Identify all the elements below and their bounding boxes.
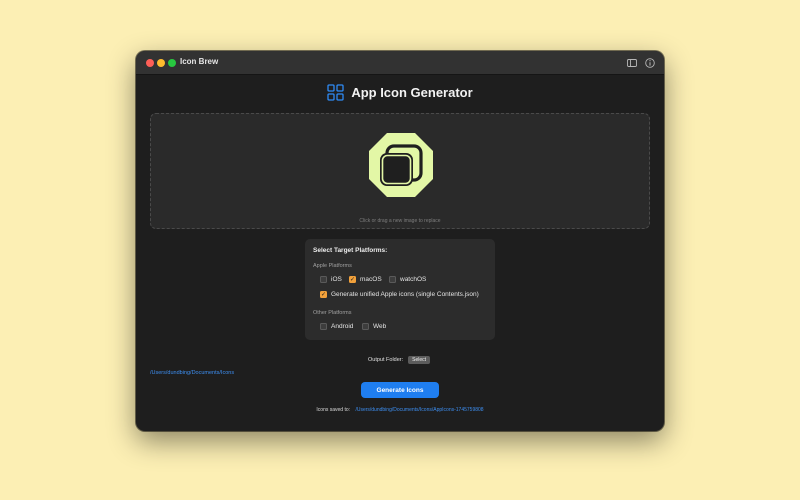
output-folder-path-link[interactable]: /Users/dundbing/Documents/Icons — [150, 370, 234, 376]
web-checkbox[interactable]: Web — [362, 323, 386, 330]
android-checkbox-label: Android — [331, 323, 354, 330]
stacked-squares-icon — [368, 132, 434, 198]
saved-status: Icons saved to: /Users/dundbing/Document… — [136, 407, 664, 413]
android-checkbox[interactable]: Android — [320, 323, 353, 330]
title-bar: Icon Brew — [136, 51, 664, 75]
ios-checkbox-box[interactable] — [320, 276, 327, 283]
output-folder-row: Output Folder: Select — [368, 356, 431, 364]
other-platforms-label: Other Platforms — [313, 310, 352, 316]
platform-panel-title: Select Target Platforms: — [313, 247, 388, 254]
close-window-button[interactable] — [146, 59, 154, 67]
app-window: Icon Brew App Icon Generator Click or dr… — [136, 51, 664, 431]
minimize-window-button[interactable] — [157, 59, 165, 67]
ios-checkbox-label: iOS — [331, 276, 342, 283]
sidebar-icon[interactable] — [626, 57, 638, 69]
unified-icons-checkbox-label: Generate unified Apple icons (single Con… — [331, 291, 479, 298]
header: App Icon Generator — [136, 84, 664, 104]
watchos-checkbox-box[interactable] — [389, 276, 396, 283]
grid-icon — [327, 84, 344, 101]
ios-checkbox[interactable]: iOS — [320, 276, 342, 283]
android-checkbox-box[interactable] — [320, 323, 327, 330]
watchos-checkbox-label: watchOS — [400, 276, 427, 283]
select-folder-button[interactable]: Select — [408, 356, 431, 364]
web-checkbox-label: Web — [373, 323, 387, 330]
image-drop-zone[interactable]: Click or drag a new image to replace — [150, 113, 650, 229]
web-checkbox-box[interactable] — [362, 323, 369, 330]
watchos-checkbox[interactable]: watchOS — [389, 276, 426, 283]
macos-checkbox-label: macOS — [360, 276, 382, 283]
info-icon[interactable] — [644, 57, 656, 69]
generate-icons-button[interactable]: Generate Icons — [361, 382, 439, 398]
drop-zone-hint: Click or drag a new image to replace — [359, 218, 441, 224]
macos-checkbox[interactable]: macOS — [349, 276, 382, 283]
unified-icons-checkbox[interactable]: Generate unified Apple icons (single Con… — [320, 291, 479, 298]
platform-panel: Select Target Platforms: Apple Platforms… — [305, 239, 495, 340]
output-folder-label: Output Folder: — [368, 357, 404, 363]
unified-icons-checkbox-box[interactable] — [320, 291, 327, 298]
saved-path-link[interactable]: /Users/dundbing/Documents/Icons/AppIcons… — [355, 407, 483, 413]
apple-platforms-label: Apple Platforms — [313, 263, 352, 269]
zoom-window-button[interactable] — [168, 59, 176, 67]
saved-label: Icons saved to: — [316, 407, 351, 413]
macos-checkbox-box[interactable] — [349, 276, 356, 283]
window-title: Icon Brew — [180, 57, 219, 66]
page-title: App Icon Generator — [351, 85, 473, 100]
